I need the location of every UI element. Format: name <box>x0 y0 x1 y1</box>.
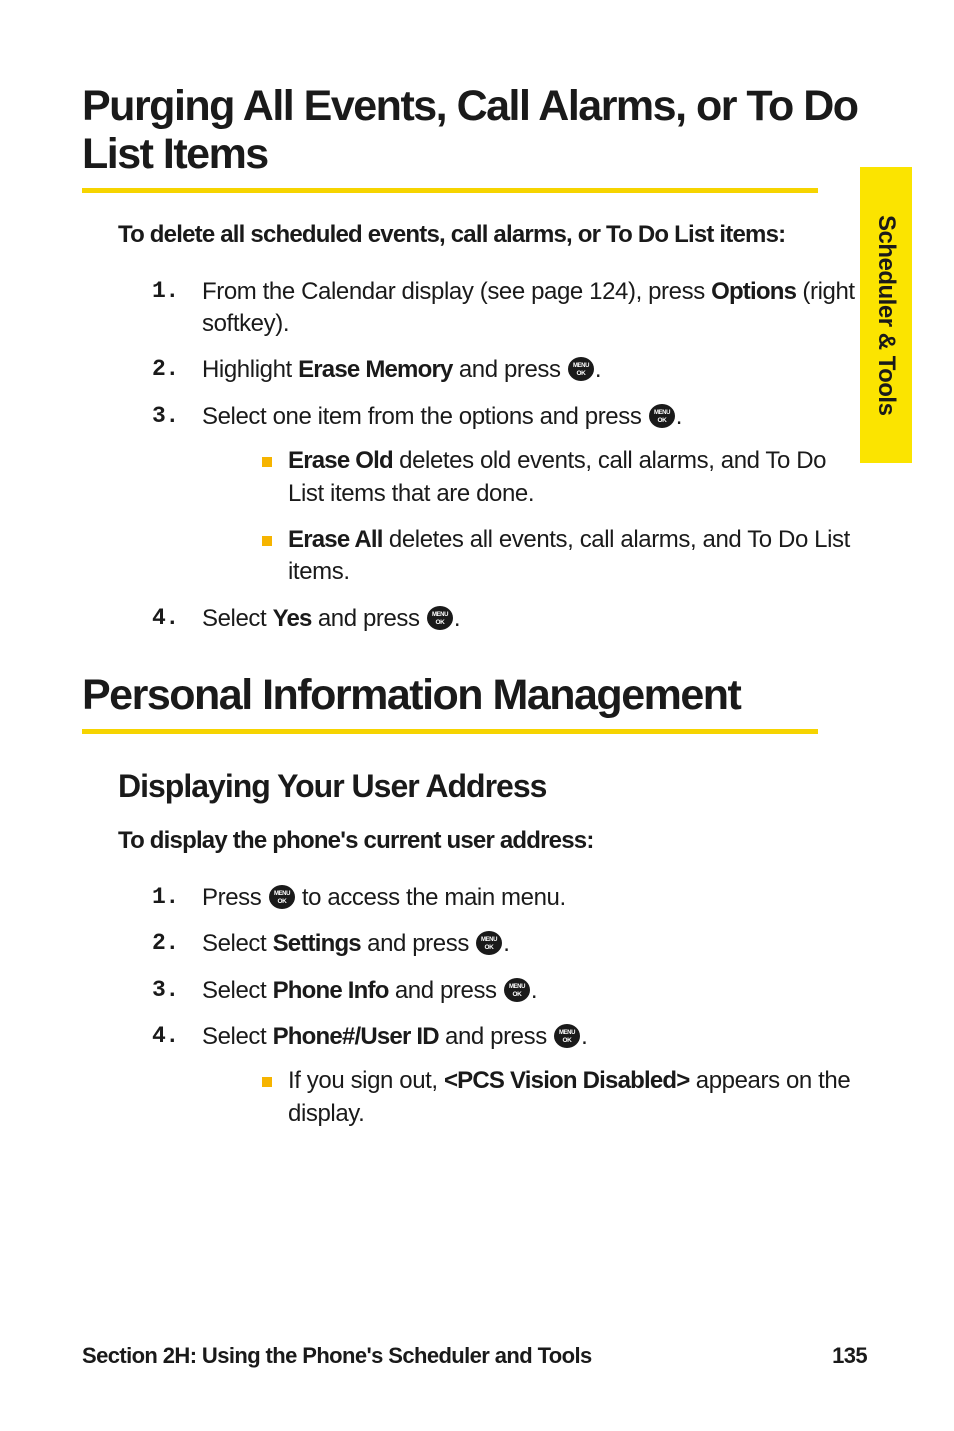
svg-text:MENU: MENU <box>432 612 448 618</box>
step-2: Highlight Erase Memory and press MENUOK. <box>152 354 867 386</box>
text: Select one item from the options and pre… <box>202 403 648 430</box>
text: . <box>503 930 509 957</box>
text: Press <box>202 884 268 911</box>
heading-purging: Purging All Events, Call Alarms, or To D… <box>82 82 867 178</box>
sub-erase-old: Erase Old deletes old events, call alarm… <box>262 445 867 510</box>
menu-ok-button-icon: MENUOK <box>475 929 503 957</box>
sub-sign-out: If you sign out, <PCS Vision Disabled> a… <box>262 1065 867 1130</box>
step-4: Select Yes and press MENUOK. <box>152 603 867 635</box>
text-bold: Phone#/User ID <box>273 1023 439 1050</box>
text-bold: Yes <box>273 605 312 632</box>
text: and press <box>361 930 475 957</box>
steps-address: Press MENUOK to access the main menu. Se… <box>152 882 867 1130</box>
heading-personal-info: Personal Information Management <box>82 671 867 719</box>
svg-text:MENU: MENU <box>274 891 290 897</box>
svg-text:OK: OK <box>563 1037 573 1044</box>
text: and press <box>312 605 426 632</box>
text: Select <box>202 977 273 1004</box>
text: and press <box>439 1023 553 1050</box>
section-personal-info: Personal Information Management Displayi… <box>82 671 867 1130</box>
text: . <box>676 403 682 430</box>
menu-ok-button-icon: MENUOK <box>503 976 531 1004</box>
text-bold: Erase Memory <box>298 356 453 383</box>
text-bold: Erase All <box>288 526 383 553</box>
text-bold: <PCS Vision Disabled> <box>444 1067 690 1094</box>
step-3: Select Phone Info and press MENUOK. <box>152 975 867 1007</box>
text: to access the main menu. <box>296 884 566 911</box>
manual-page: Scheduler & Tools Purging All Events, Ca… <box>0 0 954 1431</box>
heading-rule <box>82 188 818 193</box>
text-bold: Erase Old <box>288 447 393 474</box>
menu-ok-button-icon: MENUOK <box>553 1022 581 1050</box>
sub-erase-all: Erase All deletes all events, call alarm… <box>262 524 867 589</box>
svg-text:MENU: MENU <box>481 937 497 943</box>
lead-delete-events: To delete all scheduled events, call ala… <box>118 219 867 251</box>
section-tab-label: Scheduler & Tools <box>872 215 900 415</box>
svg-text:OK: OK <box>512 991 522 998</box>
text: and press <box>389 977 503 1004</box>
section-tab: Scheduler & Tools <box>860 167 912 463</box>
text: . <box>454 605 460 632</box>
text: From the Calendar display (see page 124)… <box>202 278 711 305</box>
heading-rule <box>82 729 818 734</box>
step-1: From the Calendar display (see page 124)… <box>152 276 867 341</box>
text-bold: Phone Info <box>273 977 389 1004</box>
menu-ok-button-icon: MENUOK <box>426 604 454 632</box>
step-2: Select Settings and press MENUOK. <box>152 928 867 960</box>
menu-ok-button-icon: MENUOK <box>567 355 595 383</box>
step-4: Select Phone#/User ID and press MENUOK. … <box>152 1021 867 1130</box>
menu-ok-button-icon: MENUOK <box>648 402 676 430</box>
svg-text:MENU: MENU <box>654 410 670 416</box>
step-4-sublist: If you sign out, <PCS Vision Disabled> a… <box>262 1065 867 1130</box>
lead-display-address: To display the phone's current user addr… <box>118 825 867 857</box>
text: Select <box>202 930 273 957</box>
text: Select <box>202 1023 273 1050</box>
step-3-sublist: Erase Old deletes old events, call alarm… <box>262 445 867 589</box>
text: Highlight <box>202 356 298 383</box>
svg-text:OK: OK <box>576 370 586 377</box>
page-footer: Section 2H: Using the Phone's Scheduler … <box>82 1343 867 1369</box>
page-number: 135 <box>832 1343 867 1369</box>
step-3: Select one item from the options and pre… <box>152 401 867 589</box>
text: Select <box>202 605 273 632</box>
step-1: Press MENUOK to access the main menu. <box>152 882 867 914</box>
text: and press <box>453 356 567 383</box>
svg-text:MENU: MENU <box>573 363 589 369</box>
steps-purge: From the Calendar display (see page 124)… <box>152 276 867 636</box>
subheading-user-address: Displaying Your User Address <box>118 768 867 805</box>
text: . <box>595 356 601 383</box>
svg-text:MENU: MENU <box>509 984 525 990</box>
svg-text:OK: OK <box>277 898 287 905</box>
text: . <box>531 977 537 1004</box>
menu-ok-button-icon: MENUOK <box>268 883 296 911</box>
svg-text:OK: OK <box>485 944 495 951</box>
text: If you sign out, <box>288 1067 444 1094</box>
text-bold: Settings <box>273 930 361 957</box>
footer-section-label: Section 2H: Using the Phone's Scheduler … <box>82 1343 592 1369</box>
text-bold: Options <box>711 278 796 305</box>
text: . <box>581 1023 587 1050</box>
svg-text:MENU: MENU <box>559 1030 575 1036</box>
svg-text:OK: OK <box>657 417 667 424</box>
svg-text:OK: OK <box>435 619 445 626</box>
